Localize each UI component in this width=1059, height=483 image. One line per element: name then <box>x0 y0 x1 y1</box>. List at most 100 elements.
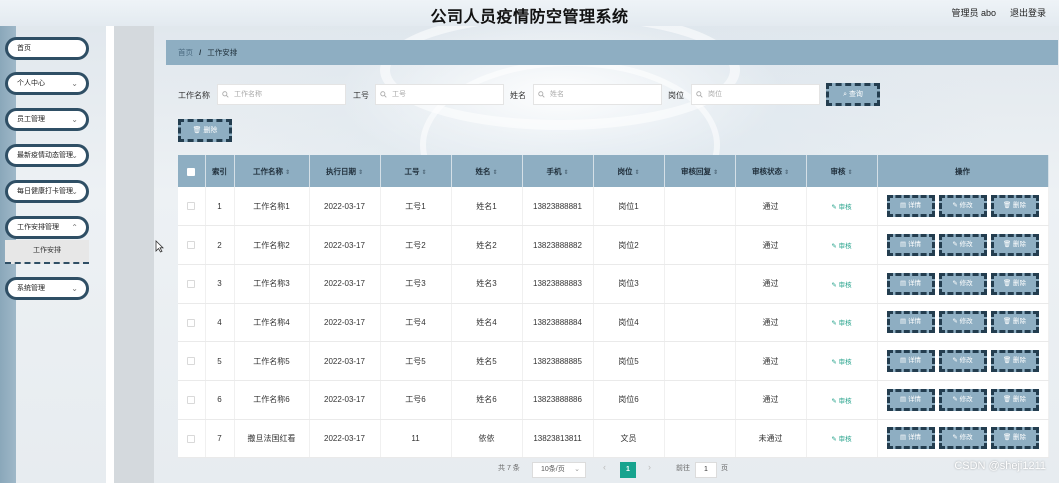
action-label: 修改 <box>959 202 973 210</box>
sort-icon[interactable]: ⇕ <box>492 170 497 176</box>
breadcrumb-home[interactable]: 首页 <box>178 48 193 57</box>
edit-button[interactable]: ✎ 修改 <box>938 195 987 218</box>
col-header-work-name[interactable]: 工作名称 ⇕ <box>234 155 310 187</box>
logout-link[interactable]: 退出登录 <box>1010 6 1046 19</box>
top-header: 公司人员疫情防空管理系统 管理员 abo 退出登录 <box>0 0 1059 26</box>
current-user: 管理员 abo <box>951 8 996 18</box>
cell-work-name: 工作名称4 <box>234 303 310 343</box>
mouse-cursor-icon <box>155 240 164 253</box>
goto-page-input[interactable]: 1 <box>695 462 717 478</box>
audit-link[interactable]: ✎ 审核 <box>831 282 851 289</box>
audit-link[interactable]: ✎ 审核 <box>831 359 851 366</box>
audit-link[interactable]: ✎ 审核 <box>831 243 851 250</box>
sidebar-item-home[interactable]: 首页 <box>5 37 89 60</box>
sort-icon[interactable]: ⇕ <box>358 170 363 176</box>
audit-link[interactable]: ✎ 审核 <box>831 320 851 327</box>
edit-button[interactable]: ✎ 修改 <box>938 427 987 450</box>
cell-actions: ▤ 详情 ✎ 修改 🗑 删除 <box>877 380 1049 420</box>
col-header-job-no[interactable]: 工号 ⇕ <box>380 155 452 187</box>
col-header-label: 审核回复 <box>680 166 711 176</box>
detail-button[interactable]: ▤ 详情 <box>886 234 935 257</box>
query-button[interactable]: ⌕ 查询 <box>826 83 880 106</box>
sort-icon[interactable]: ⇕ <box>634 170 639 176</box>
sidebar-item-profile[interactable]: 个人中心 ⌄ <box>5 72 89 95</box>
delete-button[interactable]: 🗑 删除 <box>990 311 1039 334</box>
detail-button[interactable]: ▤ 详情 <box>886 427 935 450</box>
delete-button[interactable]: 🗑 删除 <box>990 388 1039 411</box>
col-header-reply[interactable]: 审核回复 ⇕ <box>664 155 736 187</box>
sort-icon[interactable]: ⇕ <box>784 170 789 176</box>
sidebar-item-work-arrangement[interactable]: 工作安排管理 ⌃ <box>5 216 89 239</box>
row-checkbox[interactable] <box>187 241 196 250</box>
edit-button[interactable]: ✎ 修改 <box>938 388 987 411</box>
action-label: 删除 <box>1013 395 1027 403</box>
audit-link[interactable]: ✎ 审核 <box>831 204 851 211</box>
job-no-input[interactable]: 工号 <box>375 84 504 105</box>
cell-date: 2022-03-17 <box>309 341 381 381</box>
action-label: 修改 <box>959 357 973 365</box>
edit-button[interactable]: ✎ 修改 <box>938 350 987 373</box>
row-checkbox[interactable] <box>187 357 196 366</box>
work-name-input[interactable]: 工作名称 <box>217 84 346 105</box>
chevron-down-icon: ⌄ <box>574 466 580 473</box>
row-actions: ▤ 详情 ✎ 修改 🗑 删除 <box>878 388 1048 411</box>
sort-icon[interactable]: ⇕ <box>713 170 718 176</box>
row-checkbox[interactable] <box>187 280 196 289</box>
batch-delete-button[interactable]: 🗑 删除 <box>178 119 232 142</box>
sort-icon[interactable]: ⇕ <box>563 170 568 176</box>
delete-button[interactable]: 🗑 删除 <box>990 234 1039 257</box>
audit-link[interactable]: ✎ 审核 <box>831 436 851 443</box>
post-input[interactable]: 岗位 <box>691 84 820 105</box>
prev-page-button[interactable]: ‹ <box>603 462 606 472</box>
trash-icon: 🗑 <box>1002 395 1014 403</box>
sort-icon[interactable]: ⇕ <box>421 170 426 176</box>
sidebar-item-health-checkin[interactable]: 每日健康打卡管理 ⌄ <box>5 180 89 203</box>
sidebar-item-system[interactable]: 系统管理 ⌄ <box>5 277 89 300</box>
row-checkbox[interactable] <box>187 202 196 211</box>
edit-button[interactable]: ✎ 修改 <box>938 311 987 334</box>
cell-phone: 13823813811 <box>522 419 594 459</box>
delete-button[interactable]: 🗑 删除 <box>990 195 1039 218</box>
audit-label: 审核 <box>838 359 852 367</box>
col-header-audit[interactable]: 审核 ⇕ <box>806 155 878 187</box>
cell-actions: ▤ 详情 ✎ 修改 🗑 删除 <box>877 341 1049 381</box>
detail-button[interactable]: ▤ 详情 <box>886 388 935 411</box>
audit-link[interactable]: ✎ 审核 <box>831 398 851 405</box>
detail-button[interactable]: ▤ 详情 <box>886 272 935 295</box>
sidebar-item-employees[interactable]: 员工管理 ⌄ <box>5 108 89 131</box>
col-header-phone[interactable]: 手机 ⇕ <box>522 155 594 187</box>
col-header-date[interactable]: 执行日期 ⇕ <box>309 155 381 187</box>
col-header-name[interactable]: 姓名 ⇕ <box>451 155 523 187</box>
row-checkbox[interactable] <box>187 318 196 327</box>
search-icon <box>380 91 387 98</box>
cell-audit: ✎ 审核 <box>806 187 878 227</box>
name-input[interactable]: 姓名 <box>533 84 662 105</box>
col-header-post[interactable]: 岗位 ⇕ <box>593 155 665 187</box>
search-icon <box>696 91 703 98</box>
submenu-item-work-arrangement[interactable]: 工作安排 <box>5 240 89 264</box>
delete-button[interactable]: 🗑 删除 <box>990 427 1039 450</box>
page-size-select[interactable]: 10条/页 ⌄ <box>532 462 586 478</box>
row-checkbox[interactable] <box>187 434 196 443</box>
detail-button[interactable]: ▤ 详情 <box>886 350 935 373</box>
next-page-button[interactable]: › <box>648 462 651 472</box>
cell-date: 2022-03-17 <box>309 380 381 420</box>
row-checkbox-cell <box>178 264 206 304</box>
sort-icon[interactable]: ⇕ <box>847 170 852 176</box>
edit-button[interactable]: ✎ 修改 <box>938 272 987 295</box>
edit-button[interactable]: ✎ 修改 <box>938 234 987 257</box>
sidebar-item-epidemic-news[interactable]: 最新疫情动态管理 ⌄ <box>5 144 89 167</box>
col-header-status[interactable]: 审核状态 ⇕ <box>735 155 807 187</box>
table-row: 7 撒旦法国红看 2022-03-17 11 依依 13823813811 文员 未通过 ✎ 审… <box>178 419 1049 459</box>
batch-delete-label: 删除 <box>203 127 218 134</box>
row-checkbox[interactable] <box>187 396 196 405</box>
trash-icon: 🗑 <box>1002 357 1014 365</box>
delete-button[interactable]: 🗑 删除 <box>990 350 1039 373</box>
delete-button[interactable]: 🗑 删除 <box>990 272 1039 295</box>
detail-button[interactable]: ▤ 详情 <box>886 311 935 334</box>
detail-button[interactable]: ▤ 详情 <box>886 195 935 218</box>
page-number-current[interactable]: 1 <box>620 462 636 478</box>
sort-icon[interactable]: ⇕ <box>285 170 290 176</box>
select-all-checkbox[interactable] <box>187 167 196 176</box>
cell-job-no: 工号3 <box>380 264 452 304</box>
